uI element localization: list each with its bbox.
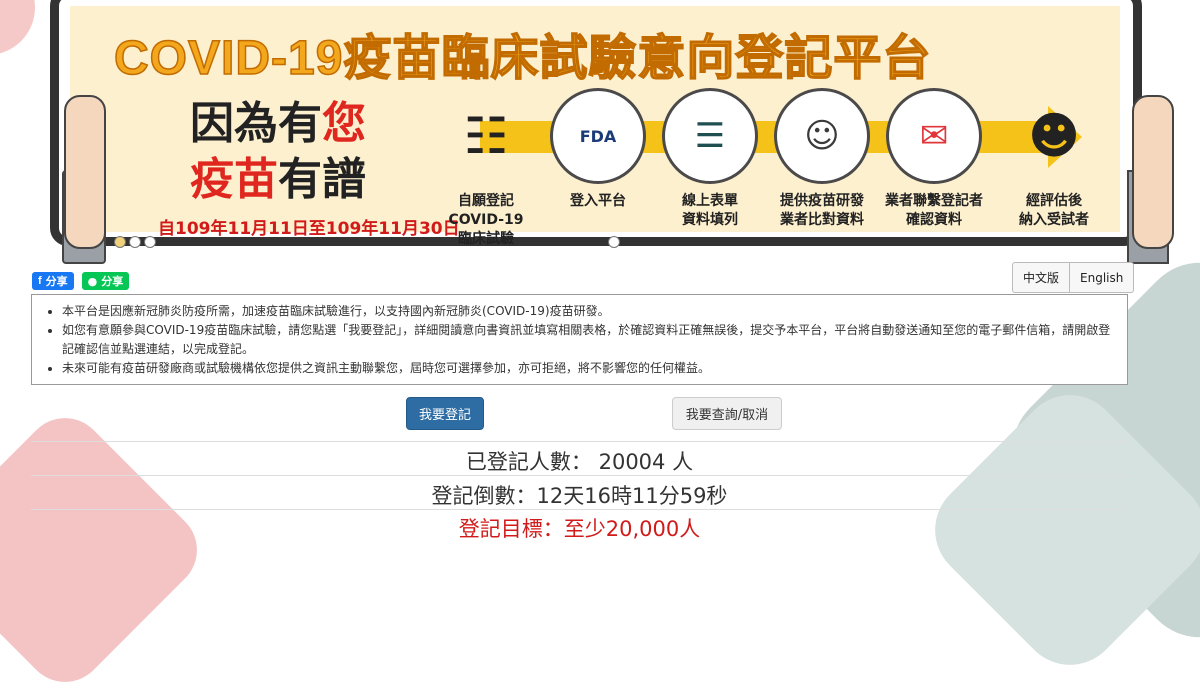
step-evaluate: ☻ 經評估後 納入受試者 [998, 88, 1110, 230]
registered-count: 已登記人數： 20004 人 [465, 450, 694, 474]
line-icon: ● [87, 274, 98, 288]
carousel-dot-2[interactable] [129, 236, 141, 248]
mail-phone-icon: ✉ [886, 88, 982, 184]
divider [31, 509, 1128, 510]
fda-logo-icon: FDA [550, 88, 646, 184]
lang-zh-button[interactable]: 中文版 [1012, 262, 1071, 293]
form-list-icon: ☰ [662, 88, 758, 184]
register-button[interactable]: 我要登記 [406, 397, 484, 430]
facebook-share-button[interactable]: f 分享 [32, 272, 74, 290]
decor-pink-circle [0, 0, 35, 55]
share-row: f 分享 ● 分享 [32, 272, 130, 290]
info-item: 如您有意願參與COVID-19疫苗臨床試驗，請您點選「我要登記」，詳細閱讀意向書… [62, 321, 1113, 359]
step-register: ☷ 自願登記 COVID-19 臨床試驗 [430, 88, 542, 249]
carousel-dot-3[interactable] [144, 236, 156, 248]
query-cancel-button[interactable]: 我要查詢/取消 [672, 397, 782, 430]
step-contact: ✉ 業者聯繫登記者 確認資料 [878, 88, 990, 230]
info-box: 本平台是因應新冠肺炎防疫所需，加速疫苗臨床試驗進行，以支持國內新冠肺炎(COVI… [31, 294, 1128, 385]
facebook-icon: f [38, 275, 42, 287]
banner-screen: COVID-19疫苗臨床試驗意向登記平台 因為有您 疫苗有譜 自109年11月1… [70, 6, 1120, 247]
language-switch: 中文版 English [1012, 262, 1135, 293]
step-login: FDA 登入平台 [542, 88, 654, 211]
hand-left-icon [64, 95, 106, 249]
registration-target: 登記目標：至少20,000人 [458, 517, 701, 541]
lang-en-button[interactable]: English [1070, 262, 1135, 293]
banner-tagline: 因為有您 疫苗有譜 [190, 98, 366, 205]
hand-right-icon [1132, 95, 1174, 249]
info-item: 本平台是因應新冠肺炎防疫所需，加速疫苗臨床試驗進行，以支持國內新冠肺炎(COVI… [62, 302, 1113, 321]
divider [31, 441, 1128, 442]
info-item: 未來可能有疫苗研發廠商或試驗機構依您提供之資訊主動聯繫您，屆時您可選擇參加，亦可… [62, 359, 1113, 378]
countdown: 登記倒數：12天16時11分59秒 [431, 484, 728, 508]
divider [31, 475, 1128, 476]
banner-dates: 自109年11月11日至109年11月30日 [158, 219, 460, 239]
doctor-icon: ☺ [774, 88, 870, 184]
banner-carousel[interactable]: COVID-19疫苗臨床試驗意向登記平台 因為有您 疫苗有譜 自109年11月1… [32, 0, 1174, 264]
carousel-dots [114, 236, 156, 248]
step-form: ☰ 線上表單 資料填列 [654, 88, 766, 230]
step-provide: ☺ 提供疫苗研發 業者比對資料 [766, 88, 878, 230]
banner-title: COVID-19疫苗臨床試驗意向登記平台 [113, 31, 932, 86]
selected-people-icon: ☻ [1027, 107, 1081, 165]
people-icon: ☷ [463, 107, 509, 165]
home-button-icon [608, 236, 620, 248]
carousel-dot-1[interactable] [114, 236, 126, 248]
line-share-button[interactable]: ● 分享 [81, 272, 130, 290]
